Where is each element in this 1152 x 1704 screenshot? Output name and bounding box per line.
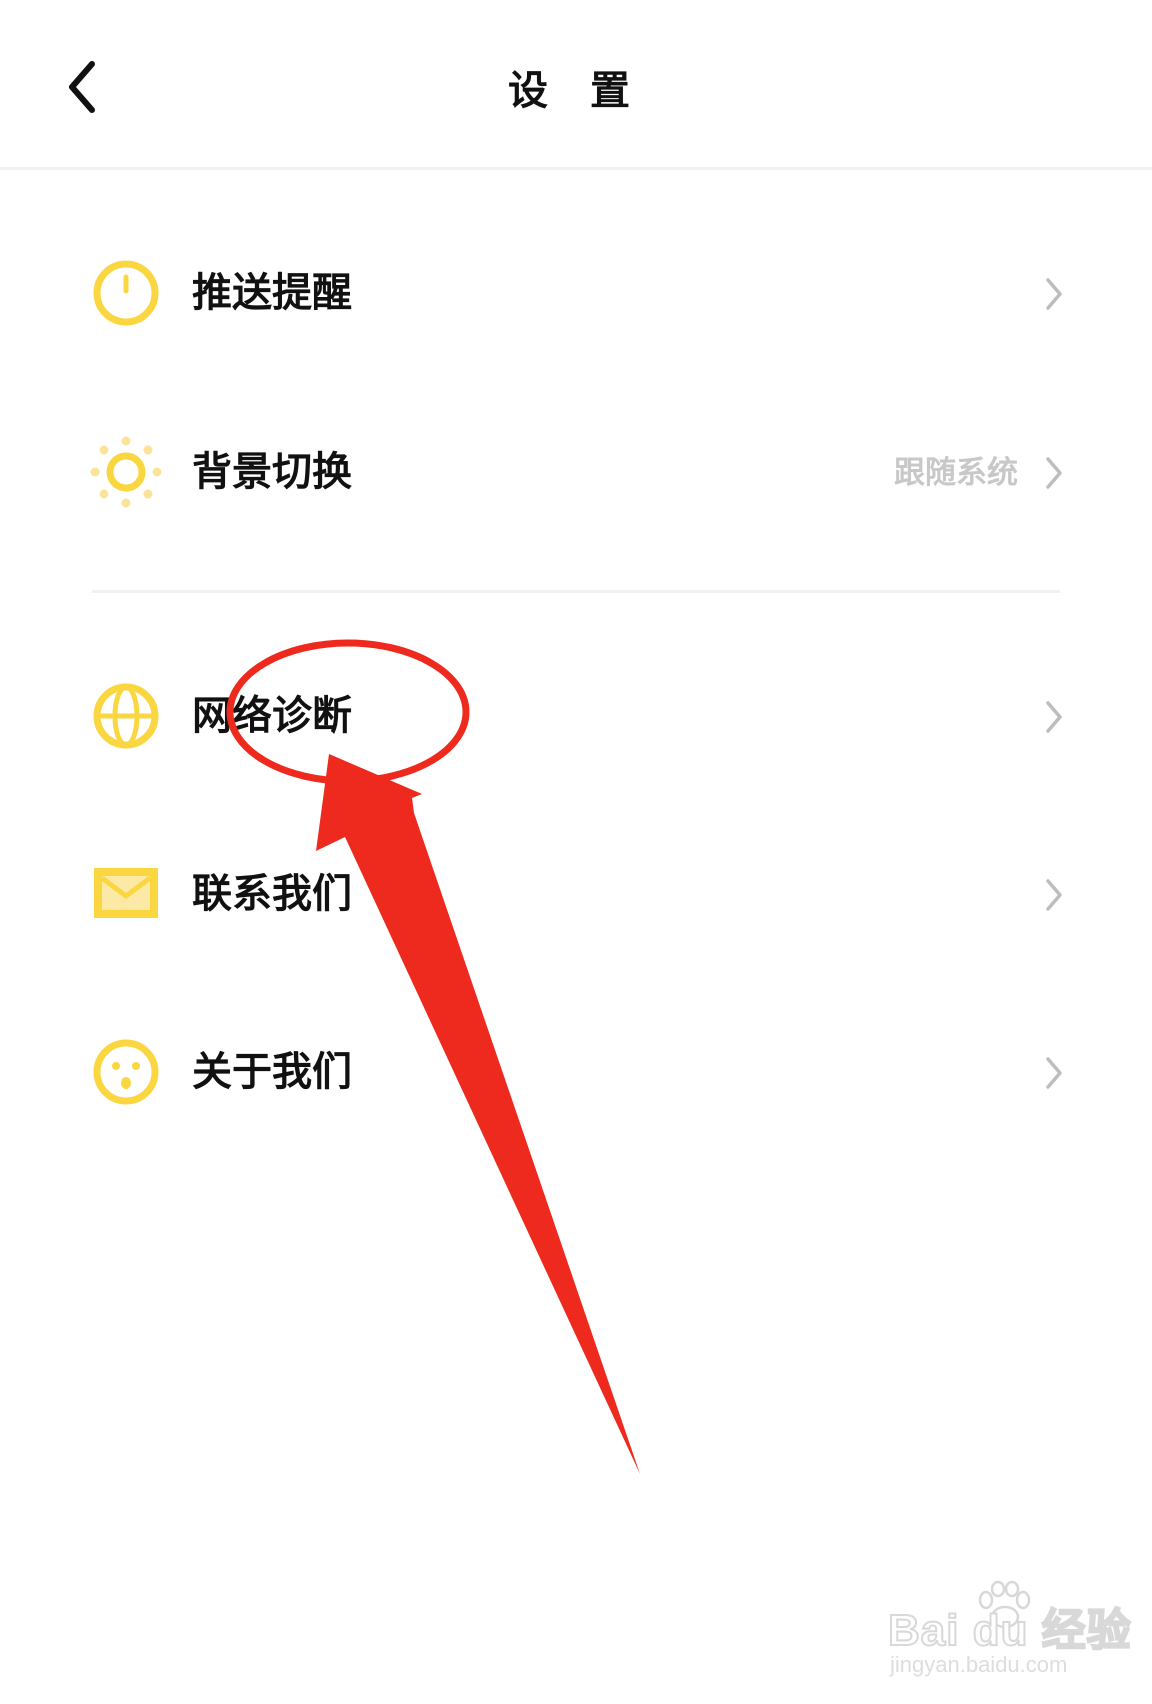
mail-icon [94,868,158,918]
watermark-url: jingyan.baidu.com [890,1652,1068,1677]
settings-item-label: 网络诊断 [192,693,352,739]
baidu-jingyan-watermark: Bai du 经验 jingyan.baidu.com [880,1580,1132,1690]
watermark-brand: Bai du 经验 [887,1605,1132,1656]
settings-item-background-switch[interactable]: 背景切换 跟随系统 [0,394,1152,544]
smiley-icon [93,1039,159,1105]
settings-item-contact-us[interactable]: 联系我们 [0,816,1152,966]
chevron-right-icon [1046,457,1062,489]
clock-icon [93,260,159,326]
settings-item-network-diagnosis[interactable]: 网络诊断 [0,638,1152,788]
chevron-right-icon [1046,879,1062,911]
header-bar: 设 置 [0,0,1152,170]
settings-item-value: 跟随系统 [894,455,1018,491]
settings-item-push-reminder[interactable]: 推送提醒 [0,215,1152,365]
chevron-right-icon [1046,278,1062,310]
settings-item-label: 背景切换 [192,449,352,495]
sun-icon [90,436,162,508]
page-title: 设 置 [508,68,644,114]
chevron-right-icon [1046,701,1062,733]
settings-item-about-us[interactable]: 关于我们 [0,994,1152,1144]
settings-item-label: 联系我们 [192,871,352,917]
chevron-right-icon [1046,1057,1062,1089]
settings-item-label: 关于我们 [192,1049,352,1095]
globe-icon [93,683,159,749]
section-divider [92,590,1060,593]
settings-item-label: 推送提醒 [192,270,352,316]
